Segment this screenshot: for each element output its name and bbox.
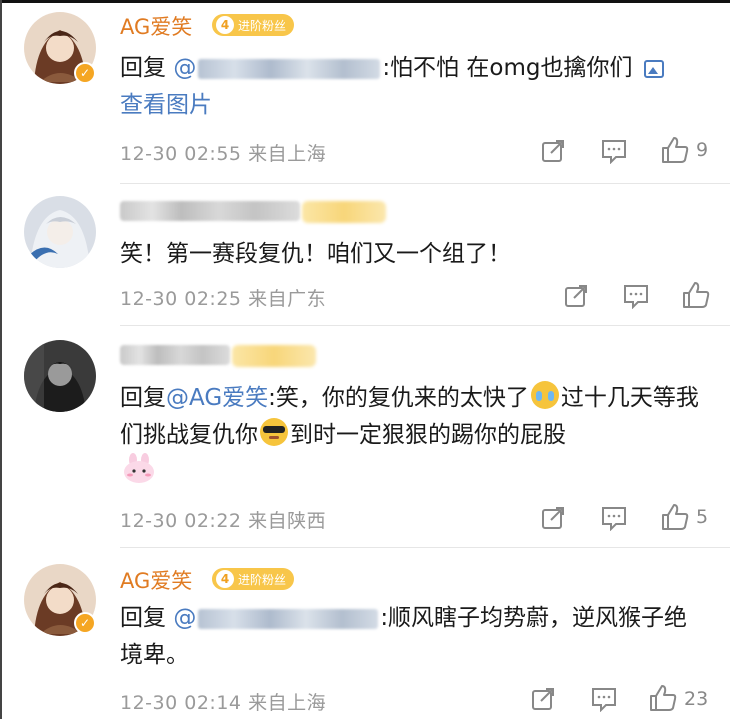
comment-icon[interactable]	[622, 283, 650, 309]
left-frame-border	[0, 0, 2, 719]
like-count: 9	[696, 139, 709, 161]
crying-emoji-icon	[530, 381, 559, 409]
comment-username[interactable]: AG爱笑	[120, 565, 192, 595]
mention-link[interactable]: @	[173, 605, 380, 631]
share-icon[interactable]	[540, 138, 566, 164]
comment-icon[interactable]	[590, 686, 618, 712]
picture-icon	[643, 60, 664, 78]
comment-time: 12-30 02:55	[120, 143, 242, 165]
fan-level-badge[interactable]: 4 进阶粉丝	[212, 14, 295, 36]
divider	[120, 183, 730, 184]
comment-body: 到时一定狠狠的踢你的屁股	[290, 422, 566, 448]
redacted-username	[198, 58, 381, 79]
comment-username[interactable]: AG爱笑	[120, 11, 192, 41]
fan-level-number: 4	[216, 16, 234, 34]
reply-prefix: 回复	[120, 55, 166, 81]
comment-meta: 12-30 02:14 来自上海	[120, 688, 326, 715]
comment-time: 12-30 02:22	[120, 510, 242, 532]
mention-link[interactable]: @	[173, 55, 382, 81]
comment-location: 来自广东	[248, 288, 327, 310]
fan-level-label: 进阶粉丝	[238, 18, 287, 33]
thumbs-up-icon[interactable]	[681, 280, 711, 310]
comment-location: 来自陕西	[248, 510, 327, 532]
thumbs-up-icon[interactable]	[660, 135, 690, 165]
comment-location: 来自上海	[248, 692, 327, 714]
redacted-fan-badge	[232, 345, 316, 367]
reply-prefix: 回复	[120, 385, 166, 411]
comment-body: :怕不怕 在omg也擒你们	[382, 55, 633, 81]
share-icon[interactable]	[540, 505, 566, 531]
comment-text: 笑！第一赛段复仇！咱们又一个组了！	[120, 241, 511, 267]
comment-location: 来自上海	[248, 143, 327, 165]
comment-meta: 12-30 02:22 来自陕西	[120, 506, 326, 533]
avatar[interactable]	[24, 340, 96, 412]
avatar[interactable]	[24, 196, 96, 268]
mention-link[interactable]: @AG爱笑	[166, 385, 268, 411]
fan-level-label: 进阶粉丝	[238, 572, 287, 587]
verified-badge-icon	[74, 62, 96, 84]
fan-level-number: 4	[216, 570, 234, 588]
comment-meta: 12-30 02:25 来自广东	[120, 284, 326, 311]
divider	[120, 547, 730, 548]
redacted-username[interactable]	[120, 345, 230, 365]
comment-text: 回复@AG爱笑:笑，你的复仇来的太快了 过十几天等我们挑战复仇你 到时一定狠狠的踢你…	[120, 380, 700, 454]
redacted-fan-badge	[302, 201, 386, 223]
comment-icon[interactable]	[600, 138, 628, 164]
fan-level-badge[interactable]: 4 进阶粉丝	[212, 568, 295, 590]
share-icon[interactable]	[563, 283, 589, 309]
share-icon[interactable]	[530, 686, 556, 712]
comment-time: 12-30 02:14	[120, 692, 242, 714]
comment-text: 回复 @:怕不怕 在omg也擒你们 查看图片	[120, 50, 700, 124]
redacted-username[interactable]	[120, 201, 300, 221]
comment-meta: 12-30 02:55 来自上海	[120, 139, 326, 166]
bunny-sticker-icon	[124, 453, 154, 483]
thumbs-up-icon[interactable]	[660, 502, 690, 532]
verified-badge-icon	[74, 612, 96, 634]
comment-icon[interactable]	[600, 505, 628, 531]
like-count: 23	[684, 688, 709, 710]
view-image-link[interactable]: 查看图片	[120, 92, 212, 118]
divider	[120, 325, 730, 326]
comment-body: :笑，你的复仇来的太快了	[268, 385, 529, 411]
sunglasses-emoji-icon	[260, 418, 288, 446]
redacted-username	[198, 608, 379, 629]
like-count: 5	[696, 506, 709, 528]
thumbs-up-icon[interactable]	[648, 683, 678, 713]
reply-prefix: 回复	[120, 605, 166, 631]
comment-text: 回复 @:顺风瞎子均势蔚，逆风猴子绝境卑。	[120, 600, 700, 674]
top-frame-border	[0, 0, 730, 3]
comment-time: 12-30 02:25	[120, 288, 242, 310]
